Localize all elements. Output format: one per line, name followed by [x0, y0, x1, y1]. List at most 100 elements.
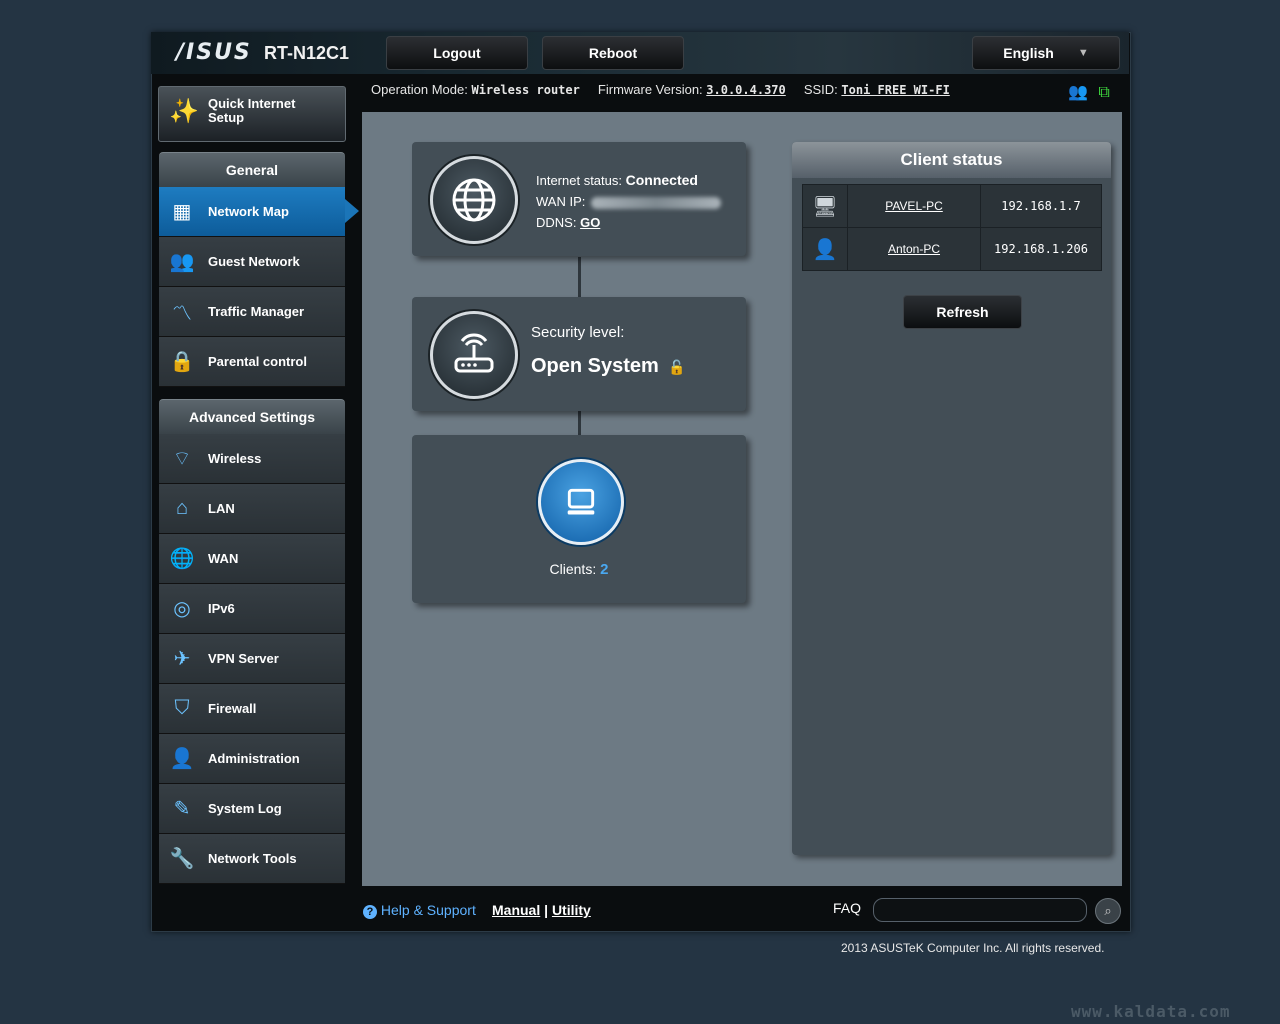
sidebar-item-wan[interactable]: 🌐 WAN: [159, 534, 345, 584]
sidebar-item-label: Firewall: [208, 701, 257, 716]
quick-internet-setup-button[interactable]: ✨ Quick Internet Setup: [158, 86, 346, 142]
firmware-label: Firmware Version:: [597, 82, 703, 97]
traffic-manager-icon: 〽: [172, 303, 192, 325]
internet-status-card[interactable]: Internet status: Connected WAN IP: DDNS:…: [412, 142, 746, 256]
info-bar: Operation Mode: Wireless router Firmware…: [371, 82, 950, 97]
guest-network-icon: 👥: [169, 251, 195, 273]
client-status-panel: Client status 🖥 PAVEL-PC 192.168.1.7 👤 A…: [792, 142, 1111, 855]
clients-label: Clients:: [549, 561, 597, 577]
sidebar-item-network-tools[interactable]: 🔧 Network Tools: [159, 834, 345, 884]
sidebar-item-label: Parental control: [208, 354, 307, 369]
users-icon[interactable]: 👥: [1068, 84, 1088, 101]
client-ip: 192.168.1.206: [980, 227, 1102, 271]
sidebar-item-network-map[interactable]: ▦ Network Map: [159, 187, 359, 237]
sidebar-item-traffic-manager[interactable]: 〽 Traffic Manager: [159, 287, 345, 337]
ssid-label: SSID:: [803, 82, 838, 97]
op-mode-value[interactable]: Wireless router: [471, 83, 579, 97]
chevron-down-icon: ▼: [1077, 47, 1089, 59]
sidebar-item-label: VPN Server: [208, 651, 279, 666]
table-row[interactable]: 🖥 PAVEL-PC 192.168.1.7: [802, 184, 1102, 228]
clients-count: 2: [600, 561, 609, 578]
sidebar-item-administration[interactable]: 👤 Administration: [159, 734, 345, 784]
client-name-link[interactable]: PAVEL-PC: [847, 184, 981, 228]
magic-wand-icon: ✨: [169, 98, 199, 125]
advanced-menu: ⌔ Wireless ⌂ LAN 🌐 WAN ◎ IPv6 ✈ VPN Serv…: [159, 434, 345, 884]
sidebar-item-ipv6[interactable]: ◎ IPv6: [159, 584, 345, 634]
home-icon: ⌂: [175, 497, 189, 519]
router-icon[interactable]: [430, 311, 518, 399]
network-status-icon[interactable]: ⧉: [1098, 84, 1109, 101]
network-map-icon: ▦: [172, 201, 192, 223]
asus-logo: /ISUS: [176, 40, 252, 65]
wan-ip-label: WAN IP:: [536, 194, 586, 209]
sidebar-item-label: Network Map: [208, 204, 289, 219]
sidebar-item-label: LAN: [208, 501, 235, 516]
logout-button[interactable]: Logout: [386, 36, 528, 70]
client-name-link[interactable]: Anton-PC: [847, 227, 981, 271]
unlock-icon: 🔓: [668, 359, 686, 375]
wrench-icon: 🔧: [169, 848, 195, 870]
qis-label: Quick Internet Setup: [208, 96, 296, 125]
clients-card[interactable]: Clients: 2: [412, 435, 746, 603]
sidebar-item-label: Guest Network: [208, 254, 300, 269]
internet-status-value: Connected: [625, 172, 698, 188]
general-menu: ▦ Network Map 👥 Guest Network 〽 Traffic …: [159, 187, 359, 387]
table-row[interactable]: 👤 Anton-PC 192.168.1.206: [802, 227, 1102, 271]
model-name: RT-N12C1: [264, 43, 350, 63]
status-icons: 👥 ⧉: [1062, 82, 1110, 102]
sidebar-item-system-log[interactable]: ✎ System Log: [159, 784, 345, 834]
sidebar-item-label: Traffic Manager: [208, 304, 305, 319]
wan-ip-redacted: [591, 196, 722, 209]
search-icon[interactable]: ⌕: [1095, 898, 1121, 924]
sidebar-item-guest-network[interactable]: 👥 Guest Network: [159, 237, 345, 287]
language-value: English: [1003, 45, 1054, 61]
active-indicator: [345, 199, 359, 223]
sidebar-item-label: WAN: [208, 551, 239, 566]
sidebar-item-lan[interactable]: ⌂ LAN: [159, 484, 345, 534]
user-icon: 👤: [169, 748, 195, 770]
client-table: 🖥 PAVEL-PC 192.168.1.7 👤 Anton-PC 192.16…: [802, 184, 1102, 271]
vpn-icon: ✈: [173, 648, 191, 670]
security-level-value: Open System: [531, 355, 659, 377]
sidebar-item-label: IPv6: [208, 601, 235, 616]
help-icon: ?: [363, 905, 377, 919]
sidebar-item-firewall[interactable]: ⛉ Firewall: [159, 684, 345, 734]
sidebar-item-label: Wireless: [208, 451, 262, 466]
manual-link[interactable]: Manual: [492, 902, 540, 918]
firmware-value[interactable]: 3.0.0.4.370: [706, 83, 785, 97]
footer-links: Manual | Utility: [492, 902, 591, 918]
security-level-label: Security level:: [531, 324, 625, 341]
sidebar-item-label: Administration: [208, 751, 300, 766]
security-card[interactable]: Security level: Open System 🔓: [412, 297, 746, 411]
link-separator: |: [544, 902, 549, 918]
ipv6-icon: ◎: [173, 598, 191, 620]
refresh-button[interactable]: Refresh: [903, 295, 1022, 329]
client-ip: 192.168.1.7: [980, 184, 1102, 228]
general-header: General: [159, 152, 345, 187]
sidebar-item-wireless[interactable]: ⌔ Wireless: [159, 434, 345, 484]
op-mode-label: Operation Mode:: [371, 82, 468, 97]
connector-line: [578, 257, 581, 297]
ssid-value[interactable]: Toni FREE WI-FI: [841, 83, 949, 97]
sidebar-item-parental-control[interactable]: 🔒 Parental control: [159, 337, 345, 387]
ddns-label: DDNS:: [536, 215, 577, 230]
utility-link[interactable]: Utility: [552, 902, 591, 918]
faq-label: FAQ: [833, 900, 862, 916]
computer-icon[interactable]: [538, 459, 624, 545]
help-support-label: Help & Support: [380, 902, 476, 918]
faq-search-input[interactable]: [873, 898, 1087, 922]
user-icon: 👤: [802, 227, 848, 271]
sidebar-item-label: System Log: [208, 801, 282, 816]
wifi-icon: ⌔: [172, 448, 192, 470]
copyright: 2013 ASUSTeK Computer Inc. All rights re…: [841, 941, 1105, 955]
sidebar-item-vpn-server[interactable]: ✈ VPN Server: [159, 634, 345, 684]
sidebar-item-label: Network Tools: [208, 851, 297, 866]
help-support: ? Help & Support: [363, 902, 476, 919]
ddns-link[interactable]: GO: [580, 215, 600, 230]
computer-icon: 🖥: [802, 184, 848, 228]
reboot-button[interactable]: Reboot: [542, 36, 684, 70]
globe-icon[interactable]: [430, 156, 518, 244]
language-select[interactable]: English ▼: [972, 36, 1120, 70]
internet-status-label: Internet status:: [536, 173, 622, 188]
edit-icon: ✎: [173, 798, 191, 820]
